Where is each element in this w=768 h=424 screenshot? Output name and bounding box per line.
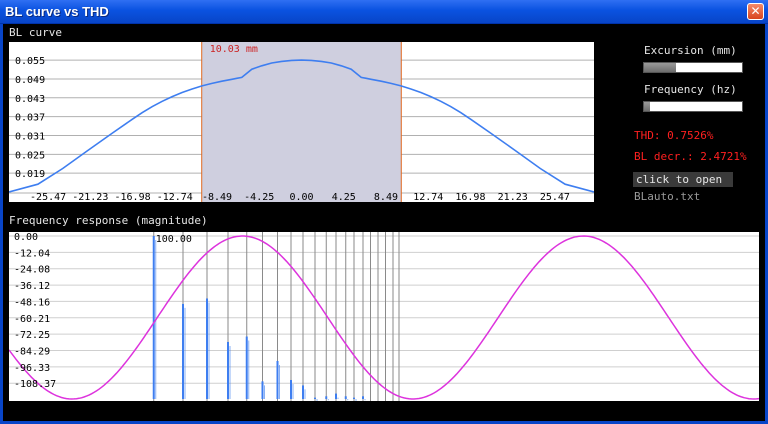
frequency-slider[interactable] xyxy=(643,101,743,112)
bl-y-tick-label: 0.043 xyxy=(15,94,45,105)
fr-y-ticks: 0.00 -12.04 -24.08 -36.12 -48.16 -60.21 -72.25… xyxy=(14,232,56,390)
bl-x-tick-label: -12.74 xyxy=(157,192,193,202)
close-icon: ✕ xyxy=(750,4,761,18)
bl-x-tick-label: 0.00 xyxy=(289,192,313,202)
bl-y-tick-label: 0.049 xyxy=(15,75,45,86)
fr-grid xyxy=(9,232,759,401)
fr-y-tick-label: -72.25 xyxy=(14,330,50,341)
fr-y-tick-label: -96.33 xyxy=(14,363,50,374)
bl-y-tick-label: 0.055 xyxy=(15,56,45,67)
excursion-slider-thumb[interactable] xyxy=(644,63,677,72)
bl-curve-label: BL curve xyxy=(9,26,62,39)
file-name: BLauto.txt xyxy=(634,190,701,203)
bl-curve-chart[interactable]: 10.03 mm 0.055 0.049 0.043 0.037 0.031 0.025 0… xyxy=(9,42,594,202)
frequency-slider-thumb[interactable] xyxy=(644,102,650,111)
open-file-button[interactable]: click to open xyxy=(633,172,733,187)
frequency-response-label: Frequency response (magnitude) xyxy=(9,214,208,227)
window-title: BL curve vs THD xyxy=(5,4,109,19)
bl-y-tick-label: 0.031 xyxy=(15,131,45,142)
bl-y-ticks: 0.055 0.049 0.043 0.037 0.031 0.025 0.019 xyxy=(15,56,45,180)
fr-y-tick-label: -36.12 xyxy=(14,281,50,292)
close-button[interactable]: ✕ xyxy=(747,3,764,20)
bl-x-tick-label: 8.49 xyxy=(374,192,398,202)
bl-curve-svg: 10.03 mm 0.0550.0490.0430.0370.0310.0250… xyxy=(9,42,594,202)
fr-y-tick-label: -24.08 xyxy=(14,265,50,276)
fr-y-tick-label: -108.37 xyxy=(14,379,56,390)
bl-x-tick-label: 4.25 xyxy=(332,192,356,202)
bl-y-tick-label: 0.025 xyxy=(15,150,45,161)
excursion-selection[interactable] xyxy=(201,42,402,202)
fr-harmonic-bars xyxy=(152,236,366,401)
bl-x-tick-label: -4.25 xyxy=(244,192,274,202)
bl-x-tick-label: -16.98 xyxy=(115,192,151,202)
bl-x-tick-label: 25.47 xyxy=(540,192,570,202)
bl-y-tick-label: 0.037 xyxy=(15,113,45,124)
bl-x-tick-label: -25.47 xyxy=(30,192,66,202)
bl-x-tick-label: 12.74 xyxy=(413,192,443,202)
bl-x-tick-label: 21.23 xyxy=(498,192,528,202)
fr-y-tick-label: 0.00 xyxy=(14,232,38,243)
frequency-response-svg: 0.00 -12.04 -24.08 -36.12 -48.16 -60.21 -72.25… xyxy=(9,232,759,401)
frequency-label: Frequency (hz) xyxy=(644,83,737,96)
fundamental-marker-label: 100.00 xyxy=(156,234,192,245)
fr-y-tick-label: -48.16 xyxy=(14,297,50,308)
fr-y-tick-label: -84.29 xyxy=(14,346,50,357)
selection-label: 10.03 mm xyxy=(210,44,258,55)
title-bar[interactable]: BL curve vs THD ✕ xyxy=(0,0,768,24)
fr-y-tick-label: -60.21 xyxy=(14,314,50,325)
thd-readout: THD: 0.7526% xyxy=(634,129,714,142)
bl-y-tick-label: 0.019 xyxy=(15,169,45,180)
bl-x-tick-label: 16.98 xyxy=(455,192,485,202)
frequency-response-chart[interactable]: 0.00 -12.04 -24.08 -36.12 -48.16 -60.21 -72.25… xyxy=(9,232,759,401)
excursion-label: Excursion (mm) xyxy=(644,44,737,57)
fr-y-tick-label: -12.04 xyxy=(14,248,50,259)
bl-decrease-readout: BL decr.: 2.4721% xyxy=(634,150,747,163)
excursion-slider[interactable] xyxy=(643,62,743,73)
bl-x-tick-label: -21.23 xyxy=(72,192,108,202)
bl-x-tick-label: -8.49 xyxy=(202,192,232,202)
